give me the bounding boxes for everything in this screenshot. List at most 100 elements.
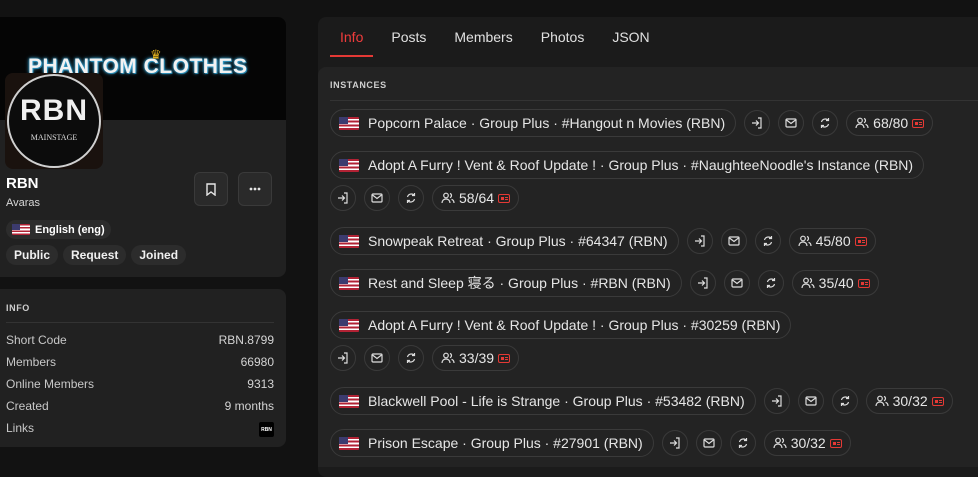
invite-button[interactable]	[720, 228, 747, 254]
info-row-short-code: Short Code RBN.8799	[6, 333, 274, 349]
refresh-button[interactable]	[757, 270, 784, 296]
invite-button[interactable]	[778, 110, 805, 136]
join-icon	[694, 235, 705, 247]
instances-title: INSTANCES	[330, 80, 387, 90]
user-count-pill[interactable]: 33/39	[432, 345, 520, 371]
divider	[6, 322, 274, 323]
language-label: English (eng)	[35, 223, 105, 236]
instance-name: Rest and Sleep 寝る · Group Plus · #RBN (R…	[368, 275, 671, 291]
instance-name: Adopt A Furry ! Vent & Roof Update ! · G…	[368, 317, 781, 333]
more-options-button[interactable]	[238, 172, 272, 206]
join-button[interactable]	[763, 388, 790, 414]
users-icon	[855, 117, 869, 129]
info-value: 9 months	[224, 399, 274, 413]
info-label: Created	[6, 399, 49, 413]
tab-json[interactable]: JSON	[598, 17, 663, 57]
refresh-icon	[763, 236, 772, 246]
user-count-pill[interactable]: 45/80	[788, 228, 876, 254]
tab-posts[interactable]: Posts	[377, 17, 440, 57]
instance-row: Blackwell Pool - Life is Strange · Group…	[330, 387, 953, 415]
tag-request: Request	[63, 245, 127, 265]
instance-name-pill[interactable]: Adopt A Furry ! Vent & Roof Update ! · G…	[330, 151, 925, 179]
join-button[interactable]	[686, 228, 713, 254]
group-link-icon[interactable]: RBN	[259, 422, 274, 437]
tab-photos[interactable]: Photos	[527, 17, 599, 57]
join-icon	[669, 437, 680, 449]
age-verified-icon	[498, 193, 511, 203]
users-icon	[875, 395, 889, 407]
instance-name-pill[interactable]: Snowpeak Retreat · Group Plus · #64347 (…	[330, 227, 679, 255]
refresh-button[interactable]	[831, 388, 858, 414]
refresh-button[interactable]	[754, 228, 781, 254]
user-count: 58/64	[459, 190, 495, 206]
invite-button[interactable]	[364, 185, 390, 211]
bookmark-icon	[206, 182, 216, 196]
group-avatar: RBN MAINSTAGE	[5, 73, 103, 169]
invite-button[interactable]	[797, 388, 824, 414]
bookmark-button[interactable]	[194, 172, 228, 206]
join-icon	[771, 395, 782, 407]
age-verified-icon	[857, 278, 870, 288]
instance-name: Snowpeak Retreat · Group Plus · #64347 (…	[368, 233, 668, 249]
instance-name-pill[interactable]: Popcorn Palace · Group Plus · #Hangout n…	[330, 109, 737, 137]
user-count-pill[interactable]: 35/40	[791, 270, 879, 296]
user-count: 30/32	[790, 435, 826, 451]
tab-members[interactable]: Members	[440, 17, 526, 57]
invite-button[interactable]	[364, 345, 390, 371]
refresh-button[interactable]	[812, 110, 839, 136]
invite-icon	[703, 438, 715, 448]
user-count-pill[interactable]: 30/32	[763, 430, 851, 456]
info-value[interactable]: RBN.8799	[219, 333, 274, 347]
invite-button[interactable]	[723, 270, 750, 296]
info-label: Short Code	[6, 333, 67, 347]
instance-name-pill[interactable]: Rest and Sleep 寝る · Group Plus · #RBN (R…	[330, 269, 682, 297]
invite-icon	[805, 396, 817, 406]
invite-button[interactable]	[695, 430, 722, 456]
users-icon	[441, 192, 455, 204]
refresh-button[interactable]	[729, 430, 756, 456]
instance-name: Blackwell Pool - Life is Strange · Group…	[368, 393, 745, 409]
age-verified-icon	[498, 353, 511, 363]
join-icon	[338, 192, 348, 204]
user-count-pill[interactable]: 58/64	[432, 185, 520, 211]
user-count: 45/80	[815, 233, 851, 249]
group-info-card: INFO Short Code RBN.8799 Members 66980 O…	[0, 289, 286, 447]
join-button[interactable]	[661, 430, 688, 456]
refresh-button[interactable]	[398, 345, 424, 371]
join-button[interactable]	[330, 185, 356, 211]
user-count: 35/40	[818, 275, 854, 291]
instance-name-pill[interactable]: Blackwell Pool - Life is Strange · Group…	[330, 387, 756, 415]
instance-row: Popcorn Palace · Group Plus · #Hangout n…	[330, 109, 934, 137]
users-icon	[441, 352, 455, 364]
instance-actions-row: 58/64	[330, 185, 520, 211]
tag-joined: Joined	[131, 245, 187, 265]
join-icon	[697, 277, 708, 289]
invite-icon	[785, 118, 797, 128]
tag-public: Public	[6, 245, 59, 265]
join-icon	[338, 352, 348, 364]
user-count-pill[interactable]: 30/32	[865, 388, 953, 414]
instance-name: Popcorn Palace · Group Plus · #Hangout n…	[368, 115, 726, 131]
info-row-members: Members 66980	[6, 355, 274, 371]
instance-name: Adopt A Furry ! Vent & Roof Update ! · G…	[368, 157, 914, 173]
instance-name-pill[interactable]: Prison Escape · Group Plus · #27901 (RBN…	[330, 429, 654, 457]
tab-info[interactable]: Info	[326, 17, 377, 57]
group-owner[interactable]: Avaras	[6, 197, 40, 209]
join-button[interactable]	[330, 345, 356, 371]
user-count: 68/80	[873, 115, 909, 131]
join-button[interactable]	[689, 270, 716, 296]
instance-actions-row: 33/39	[330, 345, 520, 371]
info-label: Members	[6, 355, 57, 369]
instance-name-pill[interactable]: Adopt A Furry ! Vent & Roof Update ! · G…	[330, 311, 792, 339]
refresh-button[interactable]	[398, 185, 424, 211]
avatar-text: RBN	[20, 94, 88, 127]
info-row-created: Created 9 months	[6, 399, 274, 415]
group-profile-card: PHANTOM CLOTHES ♛ RBN MAINSTAGE RBN Avar…	[0, 17, 286, 277]
info-title: INFO	[6, 303, 30, 313]
info-label: Links	[6, 421, 35, 435]
join-button[interactable]	[744, 110, 771, 136]
user-count-pill[interactable]: 68/80	[846, 110, 934, 136]
users-icon	[797, 235, 812, 247]
us-flag-icon	[339, 276, 359, 290]
join-icon	[752, 117, 762, 129]
